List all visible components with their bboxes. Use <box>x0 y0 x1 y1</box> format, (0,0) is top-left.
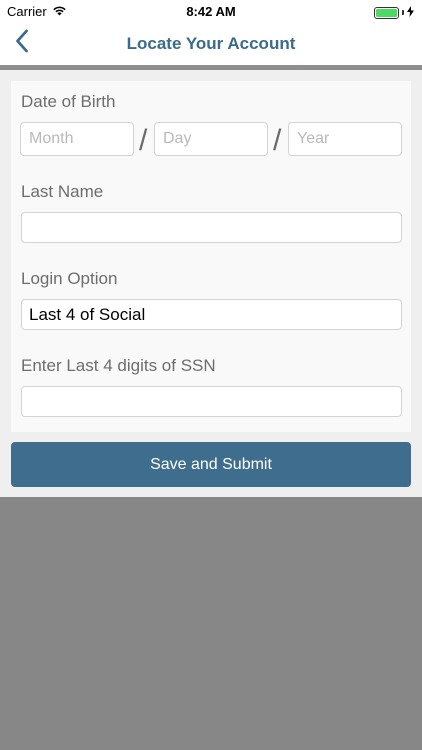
ssn-input[interactable] <box>21 386 402 417</box>
year-input[interactable] <box>288 122 402 156</box>
battery-fill <box>376 8 397 17</box>
last-name-input[interactable] <box>21 212 402 243</box>
date-separator: / <box>139 124 148 157</box>
date-separator: / <box>273 124 282 157</box>
last-name-label: Last Name <box>21 182 104 201</box>
month-input[interactable] <box>20 122 134 156</box>
dob-label: Date of Birth <box>21 92 116 111</box>
battery-icon <box>374 6 399 19</box>
status-right <box>374 5 414 20</box>
login-option-select[interactable]: Last 4 of Social <box>21 299 402 330</box>
main-content: Date of Birth / / Last Name Login Option… <box>0 70 422 497</box>
account-form: Date of Birth / / Last Name Login Option… <box>11 81 411 432</box>
status-bar: Carrier 8:42 AM <box>0 0 422 22</box>
nav-bar: Locate Your Account <box>0 22 422 65</box>
day-input[interactable] <box>154 122 268 156</box>
login-option-label: Login Option <box>21 269 118 288</box>
save-and-submit-button[interactable]: Save and Submit <box>11 442 411 487</box>
battery-cap <box>402 10 404 15</box>
status-time: 8:42 AM <box>186 4 236 19</box>
ssn-label: Enter Last 4 digits of SSN <box>21 356 216 375</box>
page-title: Locate Your Account <box>126 34 296 53</box>
charging-icon <box>407 5 414 20</box>
